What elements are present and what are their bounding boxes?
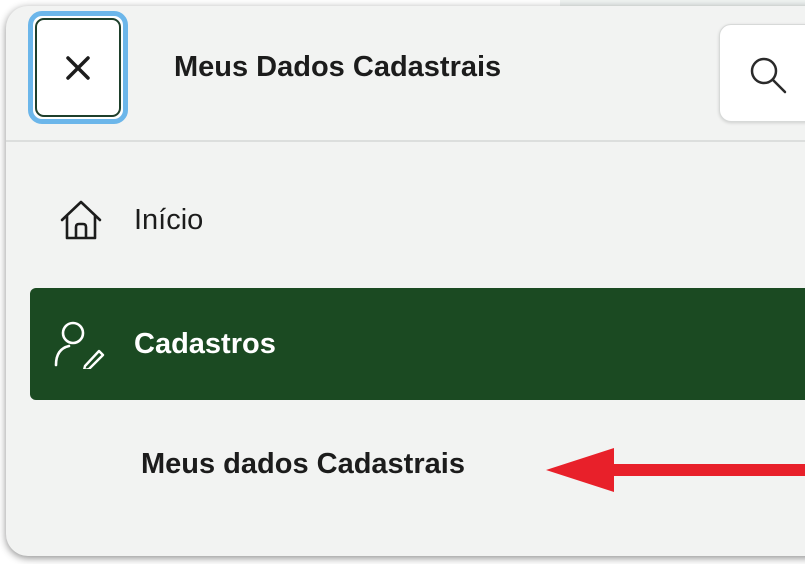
- side-menu-panel: Meus Dados Cadastrais Início Cadastros M…: [6, 6, 805, 556]
- menu-header: Meus Dados Cadastrais: [6, 6, 805, 142]
- close-button[interactable]: [28, 11, 128, 124]
- home-icon: [60, 200, 102, 240]
- page-title: Meus Dados Cadastrais: [174, 51, 502, 83]
- nav-item-label: Início: [134, 203, 204, 236]
- arrow-left-icon: [546, 448, 805, 492]
- submenu-item-meus-dados[interactable]: Meus dados Cadastrais: [141, 448, 465, 481]
- nav-item-inicio[interactable]: Início: [30, 164, 805, 276]
- nav-item-cadastros[interactable]: Cadastros: [30, 288, 805, 400]
- nav-item-label: Cadastros: [134, 327, 276, 360]
- search-button[interactable]: [719, 24, 805, 122]
- user-edit-icon: [54, 321, 105, 369]
- close-icon: [66, 55, 90, 80]
- search-icon: [750, 57, 787, 94]
